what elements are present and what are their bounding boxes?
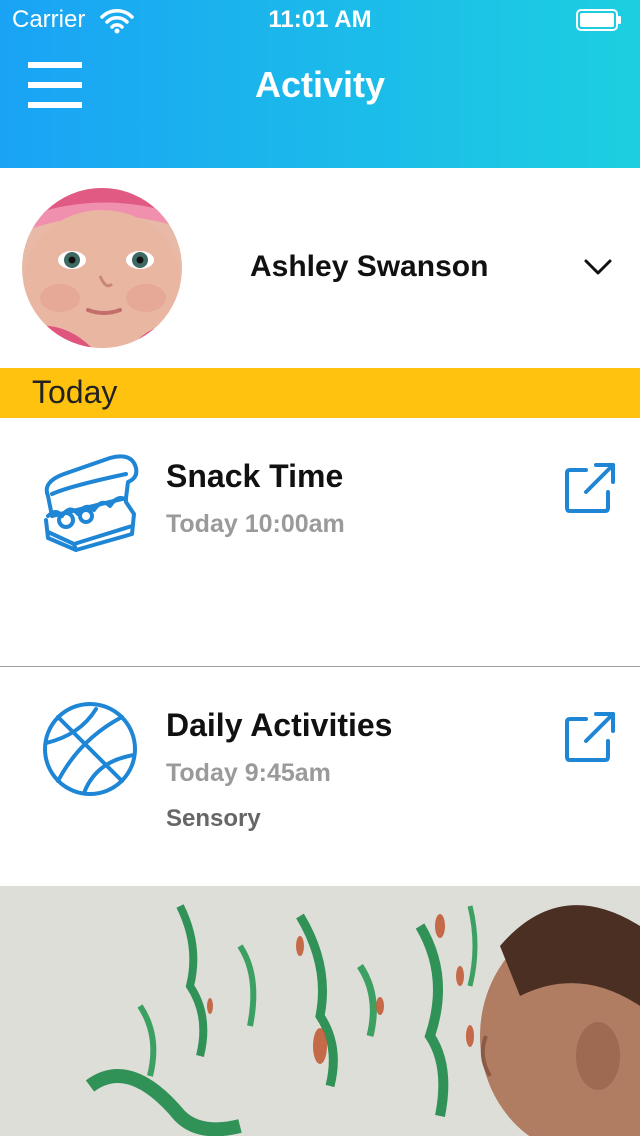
status-time: 11:01 AM xyxy=(268,6,372,33)
activity-time: Today 9:45am xyxy=(166,759,331,787)
chevron-down-icon[interactable] xyxy=(582,254,614,280)
external-link-icon[interactable] xyxy=(564,711,616,763)
avatar xyxy=(22,188,182,348)
page-title: Activity xyxy=(254,64,386,105)
activity-title: Daily Activities xyxy=(166,707,393,743)
app-header: Carrier 11:01 AM Activity xyxy=(0,0,640,168)
basketball-icon xyxy=(43,702,137,796)
status-bar: Carrier 11:01 AM xyxy=(0,0,640,40)
external-link-icon[interactable] xyxy=(564,462,616,514)
activity-category: Sensory xyxy=(166,805,261,832)
sandwich-icon xyxy=(44,454,139,552)
child-name: Ashley Swanson xyxy=(250,250,489,283)
activity-title: Snack Time xyxy=(166,458,344,494)
activity-card[interactable]: Snack Time Today 10:00am xyxy=(0,418,640,667)
section-label: Today xyxy=(32,374,118,410)
activity-time: Today 10:00am xyxy=(166,510,345,538)
battery-icon xyxy=(576,9,621,31)
activity-card[interactable]: Daily Activities Today 9:45am Sensory xyxy=(0,667,640,885)
section-header: Today xyxy=(0,368,640,418)
child-selector[interactable]: Ashley Swanson xyxy=(0,168,640,368)
activity-photo[interactable] xyxy=(0,886,640,1136)
